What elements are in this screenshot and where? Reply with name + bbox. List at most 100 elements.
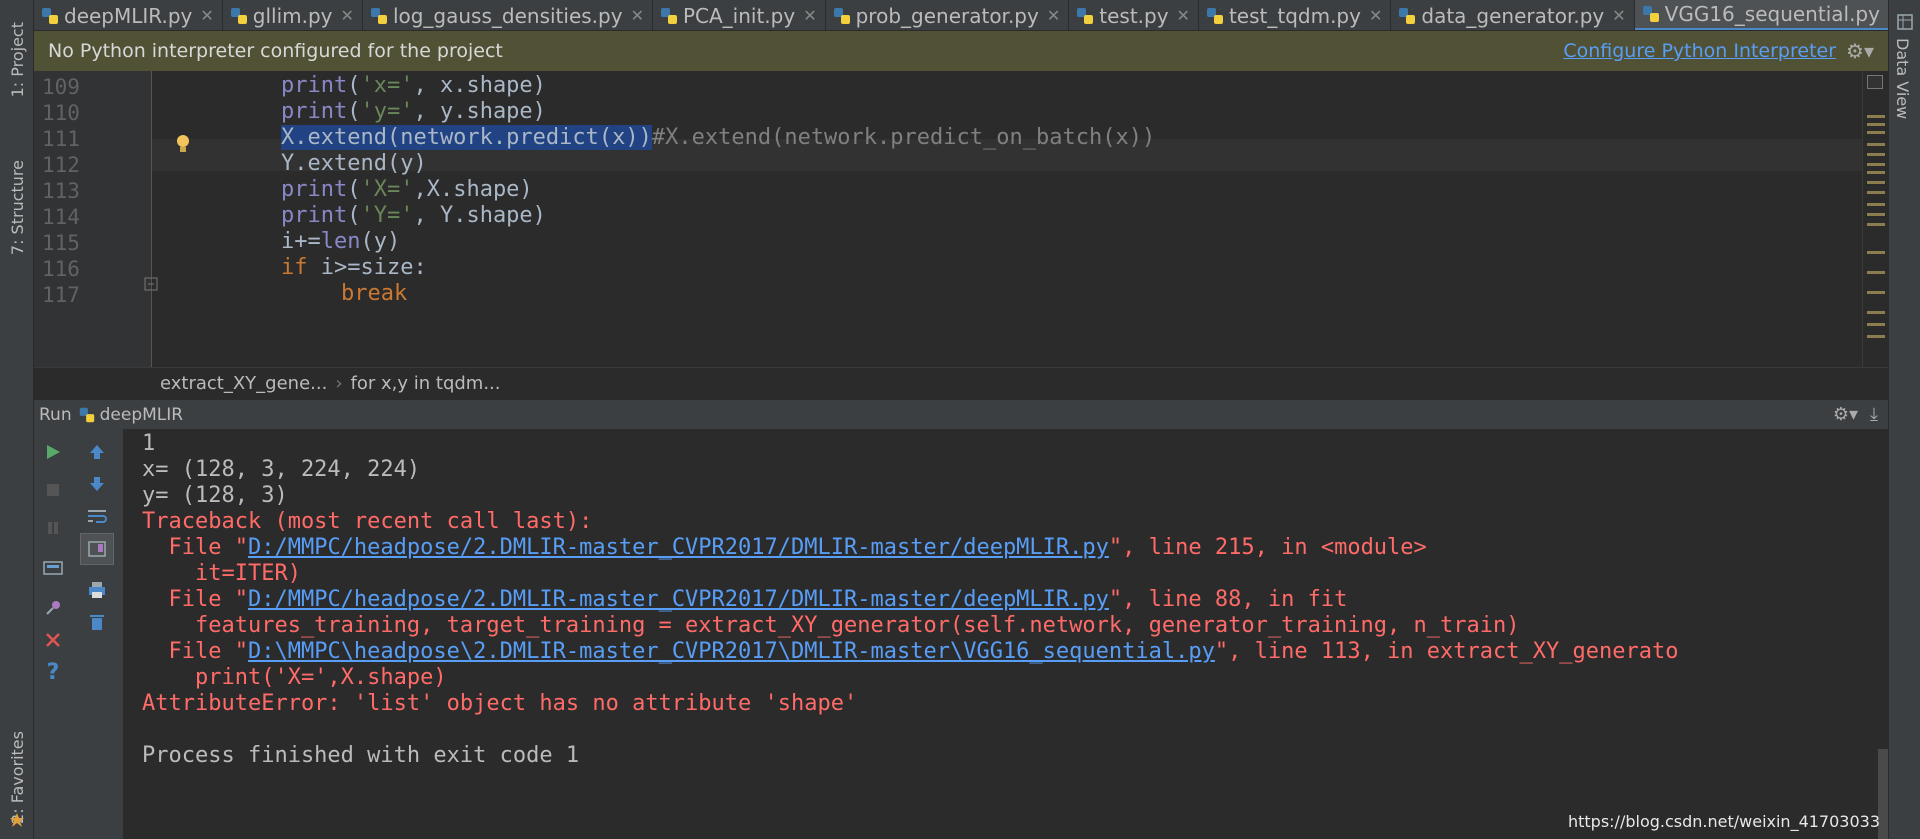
python-file-icon [660, 7, 677, 24]
tab-label: data_generator.py [1421, 3, 1605, 28]
dump-threads-button[interactable] [38, 553, 68, 583]
line-number: 117 [42, 283, 80, 307]
python-file-icon [1206, 7, 1223, 24]
traceback-frame: File "D:/MMPC/headpose/2.DMLIR-master_CV… [142, 587, 1347, 612]
pause-button[interactable] [38, 513, 68, 543]
traceback-frame: File "D:\MMPC\headpose\2.DMLIR-master_CV… [142, 639, 1678, 664]
tab-label: gllim.py [252, 3, 333, 28]
table-icon [1897, 14, 1913, 30]
print-button[interactable] [82, 575, 112, 605]
rerun-button[interactable] [38, 437, 68, 467]
tab-vgg16-sequential[interactable]: VGG16_sequential.py ✕ [1634, 0, 1888, 30]
python-file-icon [370, 7, 387, 24]
gear-icon[interactable]: ⚙▾ [1846, 39, 1874, 63]
line-number-gutter: 109 110 111 112 113 114 115 116 117 [34, 71, 189, 367]
watermark: https://blog.csdn.net/weixin_41703033 [1567, 812, 1880, 831]
tab-test-tqdm[interactable]: test_tqdm.py ✕ [1199, 0, 1392, 30]
stop-icon [47, 484, 59, 496]
line-number: 109 [42, 75, 80, 99]
help-icon[interactable]: ? [38, 657, 68, 687]
left-tool-strip: 1: Project 7: Structure 2: Favorites [0, 0, 34, 839]
breadcrumb-separator: › [335, 373, 343, 394]
tab-prob-generator[interactable]: prob_generator.py ✕ [826, 0, 1070, 30]
arrow-down-icon [90, 477, 104, 491]
code-line-111: X.extend(network.predict(x))#X.extend(ne… [281, 125, 1156, 150]
traceback-frame: File "D:/MMPC/headpose/2.DMLIR-master_CV… [142, 535, 1426, 560]
error-message: AttributeError: 'list' object has no att… [142, 691, 858, 716]
trash-icon [90, 615, 104, 630]
code-line-112: Y.extend(y) [281, 151, 427, 176]
run-panel-title: Run [39, 404, 72, 425]
breadcrumb: extract_XY_gene... › for x,y in tqdm... [34, 367, 1888, 399]
console-line: y= (128, 3) [142, 483, 288, 508]
pin-icon [46, 601, 60, 615]
code-line-113: print('X=',X.shape) [281, 177, 533, 202]
close-icon[interactable]: ✕ [631, 6, 644, 25]
scroll-up-button[interactable] [82, 437, 112, 467]
tab-pca-init[interactable]: PCA_init.py ✕ [653, 0, 826, 30]
scroll-to-end-button[interactable] [80, 533, 114, 565]
breadcrumb-item-function[interactable]: extract_XY_gene... [160, 373, 327, 394]
project-tool-tab[interactable]: 1: Project [0, 10, 34, 110]
clear-all-button[interactable] [82, 607, 112, 637]
close-icon[interactable]: ✕ [803, 6, 816, 25]
tab-log-gauss-densities[interactable]: log_gauss_densities.py ✕ [363, 0, 653, 30]
traceback-prefix: File " [142, 587, 248, 612]
traceback-prefix: File " [142, 639, 248, 664]
process-exit-message: Process finished with exit code 1 [142, 743, 580, 768]
scroll-down-button[interactable] [82, 469, 112, 499]
configure-interpreter-link[interactable]: Configure Python Interpreter [1563, 40, 1836, 62]
pin-tab-button[interactable] [38, 593, 68, 623]
tab-deepmlir[interactable]: deepMLIR.py ✕ [34, 0, 223, 30]
python-file-icon [42, 7, 58, 24]
run-toolbar-primary: ? [34, 429, 72, 839]
camera-icon [43, 561, 63, 575]
tab-label: deepMLIR.py [64, 3, 193, 28]
traceback-code: it=ITER) [142, 561, 301, 586]
traceback-header: Traceback (most recent call last): [142, 509, 593, 534]
line-number: 112 [42, 153, 80, 177]
tab-gllim[interactable]: gllim.py ✕ [223, 0, 363, 30]
close-icon[interactable]: ✕ [341, 6, 354, 25]
python-file-icon [79, 407, 94, 422]
traceback-code: features_training, target_training = ext… [142, 613, 1520, 638]
editor-tab-bar: deepMLIR.py ✕ gllim.py ✕ log_gauss_densi… [34, 0, 1888, 31]
star-icon [10, 813, 24, 827]
close-icon[interactable]: ✕ [200, 6, 213, 25]
run-toolbar-secondary [72, 429, 124, 839]
editor-error-stripe[interactable] [1862, 71, 1888, 367]
structure-tool-tab[interactable]: 7: Structure [0, 148, 34, 268]
lightbulb-icon[interactable] [174, 133, 192, 155]
stop-button[interactable] [38, 475, 68, 505]
console-line: 1 [142, 431, 156, 456]
traceback-file-link[interactable]: D:/MMPC/headpose/2.DMLIR-master_CVPR2017… [248, 535, 1109, 560]
run-console-output[interactable]: 1 x= (128, 3, 224, 224) y= (128, 3) Trac… [124, 429, 1888, 839]
inspection-status-icon[interactable] [1867, 75, 1883, 89]
pause-icon [48, 522, 58, 534]
close-icon[interactable]: ✕ [1177, 6, 1190, 25]
traceback-suffix: ", line 88, in fit [1108, 587, 1348, 612]
close-icon[interactable]: ✕ [1612, 6, 1625, 25]
fold-icon[interactable] [144, 277, 158, 291]
traceback-file-link[interactable]: D:/MMPC/headpose/2.DMLIR-master_CVPR2017… [248, 587, 1109, 612]
tab-test[interactable]: test.py ✕ [1069, 0, 1199, 30]
tab-label: VGG16_sequential.py [1664, 2, 1880, 26]
tab-data-generator[interactable]: data_generator.py ✕ [1391, 0, 1635, 30]
line-number: 111 [42, 127, 80, 151]
python-file-icon [230, 7, 247, 24]
breadcrumb-item-loop[interactable]: for x,y in tqdm... [351, 373, 501, 394]
code-line-114: print('Y=', Y.shape) [281, 203, 546, 228]
close-icon[interactable]: ✕ [1047, 6, 1060, 25]
run-config-name[interactable]: deepMLIR [100, 405, 183, 425]
traceback-file-link[interactable]: D:\MMPC\headpose\2.DMLIR-master_CVPR2017… [248, 639, 1215, 664]
gear-icon[interactable]: ⚙▾ [1833, 404, 1858, 425]
hide-panel-icon[interactable]: ⤓ [1870, 404, 1878, 425]
code-editor[interactable]: 109 110 111 112 113 114 115 116 117 prin… [34, 71, 1888, 367]
favorites-tab-label: 2: Favorites [7, 731, 27, 824]
data-view-tool-tab[interactable]: Data View [1893, 38, 1912, 119]
soft-wrap-button[interactable] [82, 501, 112, 531]
line-number: 113 [42, 179, 80, 203]
close-run-button[interactable] [38, 625, 68, 655]
close-icon[interactable]: ✕ [1369, 6, 1382, 25]
tab-label: test_tqdm.py [1228, 3, 1361, 28]
